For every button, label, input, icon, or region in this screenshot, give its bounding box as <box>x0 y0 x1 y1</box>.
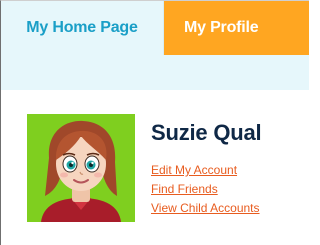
tab-my-home-page-label: My Home Page <box>26 19 138 36</box>
view-child-accounts-link[interactable]: View Child Accounts <box>151 199 260 218</box>
tab-my-home-page[interactable]: My Home Page <box>1 1 164 55</box>
tab-my-profile[interactable]: My Profile <box>164 1 309 55</box>
tab-bar: My Home Page My Profile <box>1 1 309 55</box>
profile-links: Edit My Account Find Friends View Child … <box>151 161 260 218</box>
tab-my-profile-label: My Profile <box>184 19 259 36</box>
edit-my-account-link[interactable]: Edit My Account <box>151 161 260 180</box>
find-friends-link[interactable]: Find Friends <box>151 180 260 199</box>
tab-content-strip <box>1 55 309 90</box>
profile-name: Suzie Qual <box>151 120 262 145</box>
girl-avatar-icon <box>27 114 135 222</box>
